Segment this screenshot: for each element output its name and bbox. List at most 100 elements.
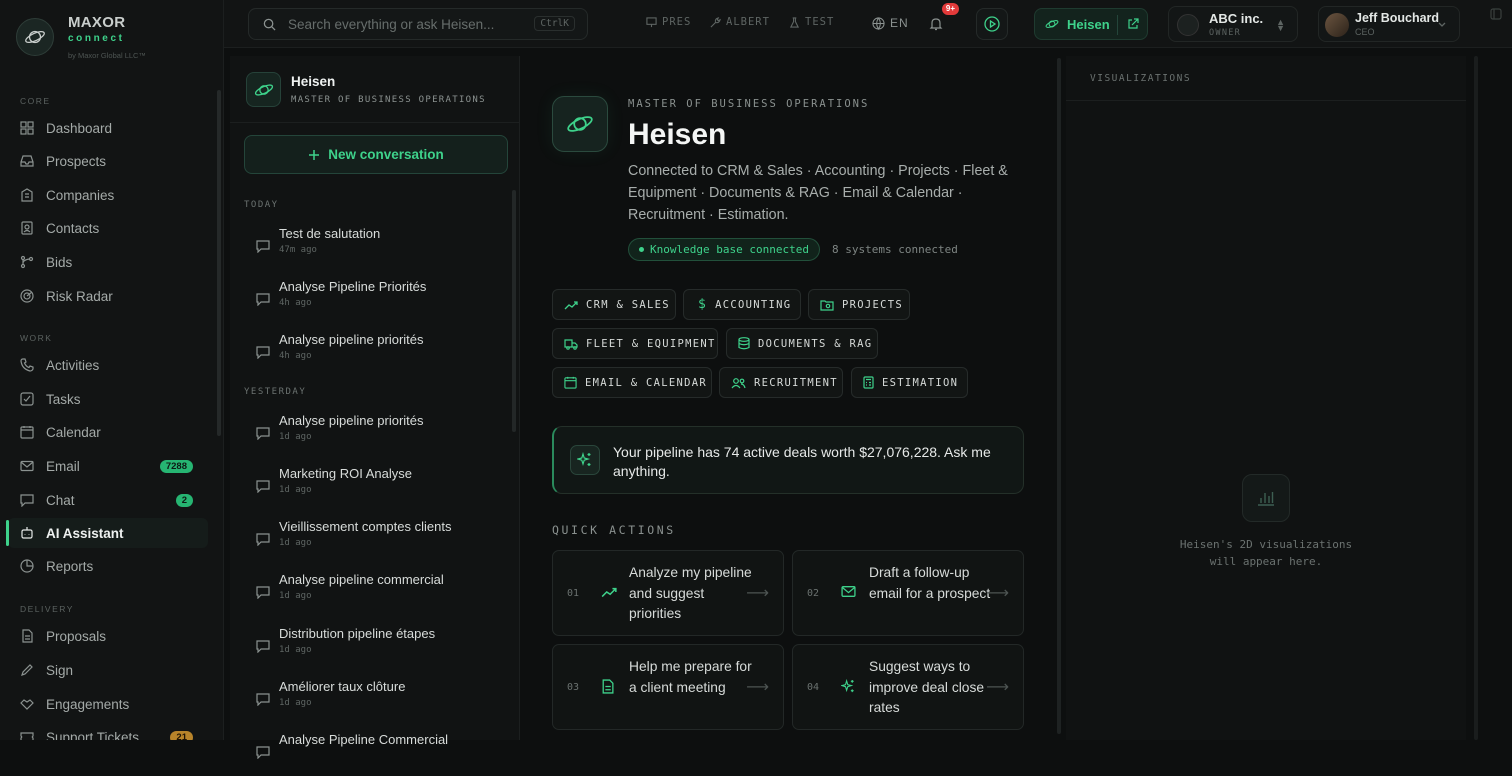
chip-email-calendar[interactable]: EMAIL & CALENDAR bbox=[552, 367, 712, 398]
chip-estimation[interactable]: ESTIMATION bbox=[851, 367, 968, 398]
quick-action-4[interactable]: 04 Suggest ways to improve deal close rat… bbox=[792, 644, 1024, 730]
sidebar-item-label: Email bbox=[46, 458, 80, 474]
chip-label: PROJECTS bbox=[842, 298, 903, 311]
sidebar-item-bids[interactable]: Bids bbox=[8, 247, 208, 277]
external-link-icon[interactable] bbox=[1127, 18, 1139, 30]
sidebar-item-email[interactable]: Email 7288 bbox=[8, 451, 208, 481]
handshake-icon bbox=[20, 697, 34, 711]
arrow-right-icon: ⟶ bbox=[746, 585, 769, 602]
nav-albert-label: ALBERT bbox=[726, 16, 770, 28]
nav-test[interactable]: TEST bbox=[789, 16, 834, 28]
chip-documents-rag[interactable]: DOCUMENTS & RAG bbox=[726, 328, 878, 359]
sidebar-item-reports[interactable]: Reports bbox=[8, 551, 208, 581]
search-box[interactable]: CtrlK bbox=[248, 8, 588, 40]
conversation-item[interactable]: Analyse Pipeline Priorités 4h ago bbox=[244, 277, 506, 323]
chip-recruitment[interactable]: RECRUITMENT bbox=[719, 367, 843, 398]
chip-label: ESTIMATION bbox=[882, 376, 959, 389]
notifications-button[interactable]: 9+ bbox=[921, 3, 959, 40]
sidebar-item-tasks[interactable]: Tasks bbox=[8, 384, 208, 414]
message-square-icon bbox=[256, 533, 270, 546]
assistant-main: MASTER OF BUSINESS OPERATIONS Heisen Con… bbox=[520, 48, 1061, 740]
sidebar-item-activities[interactable]: Activities bbox=[8, 350, 208, 380]
sidebar-item-calendar[interactable]: Calendar bbox=[8, 417, 208, 447]
search-input[interactable] bbox=[288, 16, 518, 32]
sidebar-item-contacts[interactable]: Contacts bbox=[8, 213, 208, 243]
chip-label: EMAIL & CALENDAR bbox=[585, 376, 707, 389]
chip-fleet-equipment[interactable]: FLEET & EQUIPMENT bbox=[552, 328, 718, 359]
quick-actions-title: QUICK ACTIONS bbox=[552, 523, 676, 537]
brand[interactable]: MAXOR connect by Maxor Global LLC™ bbox=[16, 10, 216, 66]
chip-projects[interactable]: PROJECTS bbox=[808, 289, 910, 320]
chip-label: DOCUMENTS & RAG bbox=[758, 337, 873, 350]
quick-action-1[interactable]: 01 Analyze my pipeline and suggest priori… bbox=[552, 550, 784, 636]
conversation-title: Marketing ROI Analyse bbox=[279, 466, 412, 481]
checkbox-icon bbox=[20, 392, 34, 406]
conversation-time: 1d ago bbox=[279, 698, 312, 708]
sidebar-item-label: Risk Radar bbox=[46, 288, 113, 304]
message-square-icon bbox=[256, 427, 270, 440]
search-icon bbox=[263, 18, 276, 31]
conversation-item[interactable]: Vieillissement comptes clients 1d ago bbox=[244, 517, 506, 563]
conversation-item[interactable]: Distribution pipeline étapes 1d ago bbox=[244, 624, 506, 670]
chip-crm-sales[interactable]: CRM & SALES bbox=[552, 289, 676, 320]
new-conversation-button[interactable]: New conversation bbox=[244, 135, 508, 174]
conversation-time: 1d ago bbox=[279, 485, 312, 495]
sidebar-item-label: Engagements bbox=[46, 696, 130, 712]
sidebar-item-sign[interactable]: Sign bbox=[8, 655, 208, 685]
quick-action-2[interactable]: 02 Draft a follow-up email for a prospect… bbox=[792, 550, 1024, 636]
chip-label: RECRUITMENT bbox=[754, 376, 838, 389]
user-name: Jeff Bouchard bbox=[1355, 11, 1440, 25]
tickets-count-badge: 21 bbox=[170, 730, 193, 740]
conversation-item[interactable]: Analyse pipeline commercial 1d ago bbox=[244, 570, 506, 616]
conversation-item[interactable]: Analyse Pipeline Commercial bbox=[244, 730, 506, 776]
sidebar-item-ai-assistant[interactable]: AI Assistant bbox=[6, 518, 208, 548]
hero-description: Connected to CRM & Sales · Accounting · … bbox=[628, 163, 1008, 223]
chip-label: FLEET & EQUIPMENT bbox=[586, 337, 716, 350]
conversation-scrollbar[interactable] bbox=[512, 190, 516, 432]
quick-action-3[interactable]: 03 Help me prepare for a client meeting ⟶ bbox=[552, 644, 784, 730]
sidebar-item-engagements[interactable]: Engagements bbox=[8, 689, 208, 719]
notification-count: 9+ bbox=[941, 3, 959, 15]
heisen-assistant-button[interactable]: Heisen bbox=[1034, 8, 1148, 40]
calendar-icon bbox=[20, 425, 34, 439]
avatar bbox=[1325, 13, 1349, 37]
sidebar-item-chat[interactable]: Chat 2 bbox=[8, 485, 208, 515]
sidebar-item-prospects[interactable]: Prospects bbox=[8, 146, 208, 176]
company-switcher[interactable]: ABC inc. OWNER ▲ ▼ bbox=[1168, 6, 1298, 42]
visualizations-scrollbar[interactable] bbox=[1474, 56, 1478, 740]
sidebar-item-companies[interactable]: Companies bbox=[8, 180, 208, 210]
language-switch[interactable]: EN bbox=[872, 16, 909, 30]
conversation-item[interactable]: Analyse pipeline priorités 1d ago bbox=[244, 411, 506, 457]
wrench-icon bbox=[710, 16, 721, 28]
assistant-name: Heisen bbox=[291, 74, 336, 89]
sidebar-item-dashboard[interactable]: Dashboard bbox=[8, 113, 208, 143]
sidebar-item-support-tickets[interactable]: Support Tickets 21 bbox=[8, 722, 208, 740]
conversation-item[interactable]: Test de salutation 47m ago bbox=[244, 224, 506, 270]
planet-icon bbox=[1045, 17, 1059, 31]
message-square-icon bbox=[256, 640, 270, 653]
conversation-item[interactable]: Analyse pipeline priorités 4h ago bbox=[244, 330, 506, 376]
sidebar-item-risk-radar[interactable]: Risk Radar bbox=[8, 281, 208, 311]
sidebar-item-proposals[interactable]: Proposals bbox=[8, 621, 208, 651]
message-square-icon bbox=[256, 746, 270, 759]
visualizations-empty-text: Heisen's 2D visualizations will appear h… bbox=[1179, 538, 1353, 568]
section-work: WORK bbox=[20, 333, 53, 343]
conversation-item[interactable]: Améliorer taux clôture 1d ago bbox=[244, 677, 506, 723]
nav-albert[interactable]: ALBERT bbox=[710, 16, 770, 28]
main-scrollbar[interactable] bbox=[1057, 58, 1061, 734]
chevron-down-icon bbox=[1437, 19, 1447, 29]
planet-logo-icon bbox=[552, 96, 608, 152]
conversation-item[interactable]: Marketing ROI Analyse 1d ago bbox=[244, 464, 506, 510]
message-square-icon bbox=[256, 693, 270, 706]
group-yesterday: YESTERDAY bbox=[244, 387, 307, 397]
planet-icon bbox=[246, 72, 281, 107]
branch-icon bbox=[20, 255, 34, 269]
user-menu[interactable]: Jeff Bouchard CEO bbox=[1318, 6, 1460, 42]
sidebar-scrollbar[interactable] bbox=[217, 90, 221, 436]
sparkle-icon bbox=[841, 679, 856, 694]
chip-accounting[interactable]: $ ACCOUNTING bbox=[683, 289, 801, 320]
run-button[interactable] bbox=[976, 8, 1008, 40]
quick-action-number: 04 bbox=[807, 682, 820, 693]
conversation-time: 4h ago bbox=[279, 298, 312, 308]
nav-pres[interactable]: PRES bbox=[646, 16, 691, 28]
